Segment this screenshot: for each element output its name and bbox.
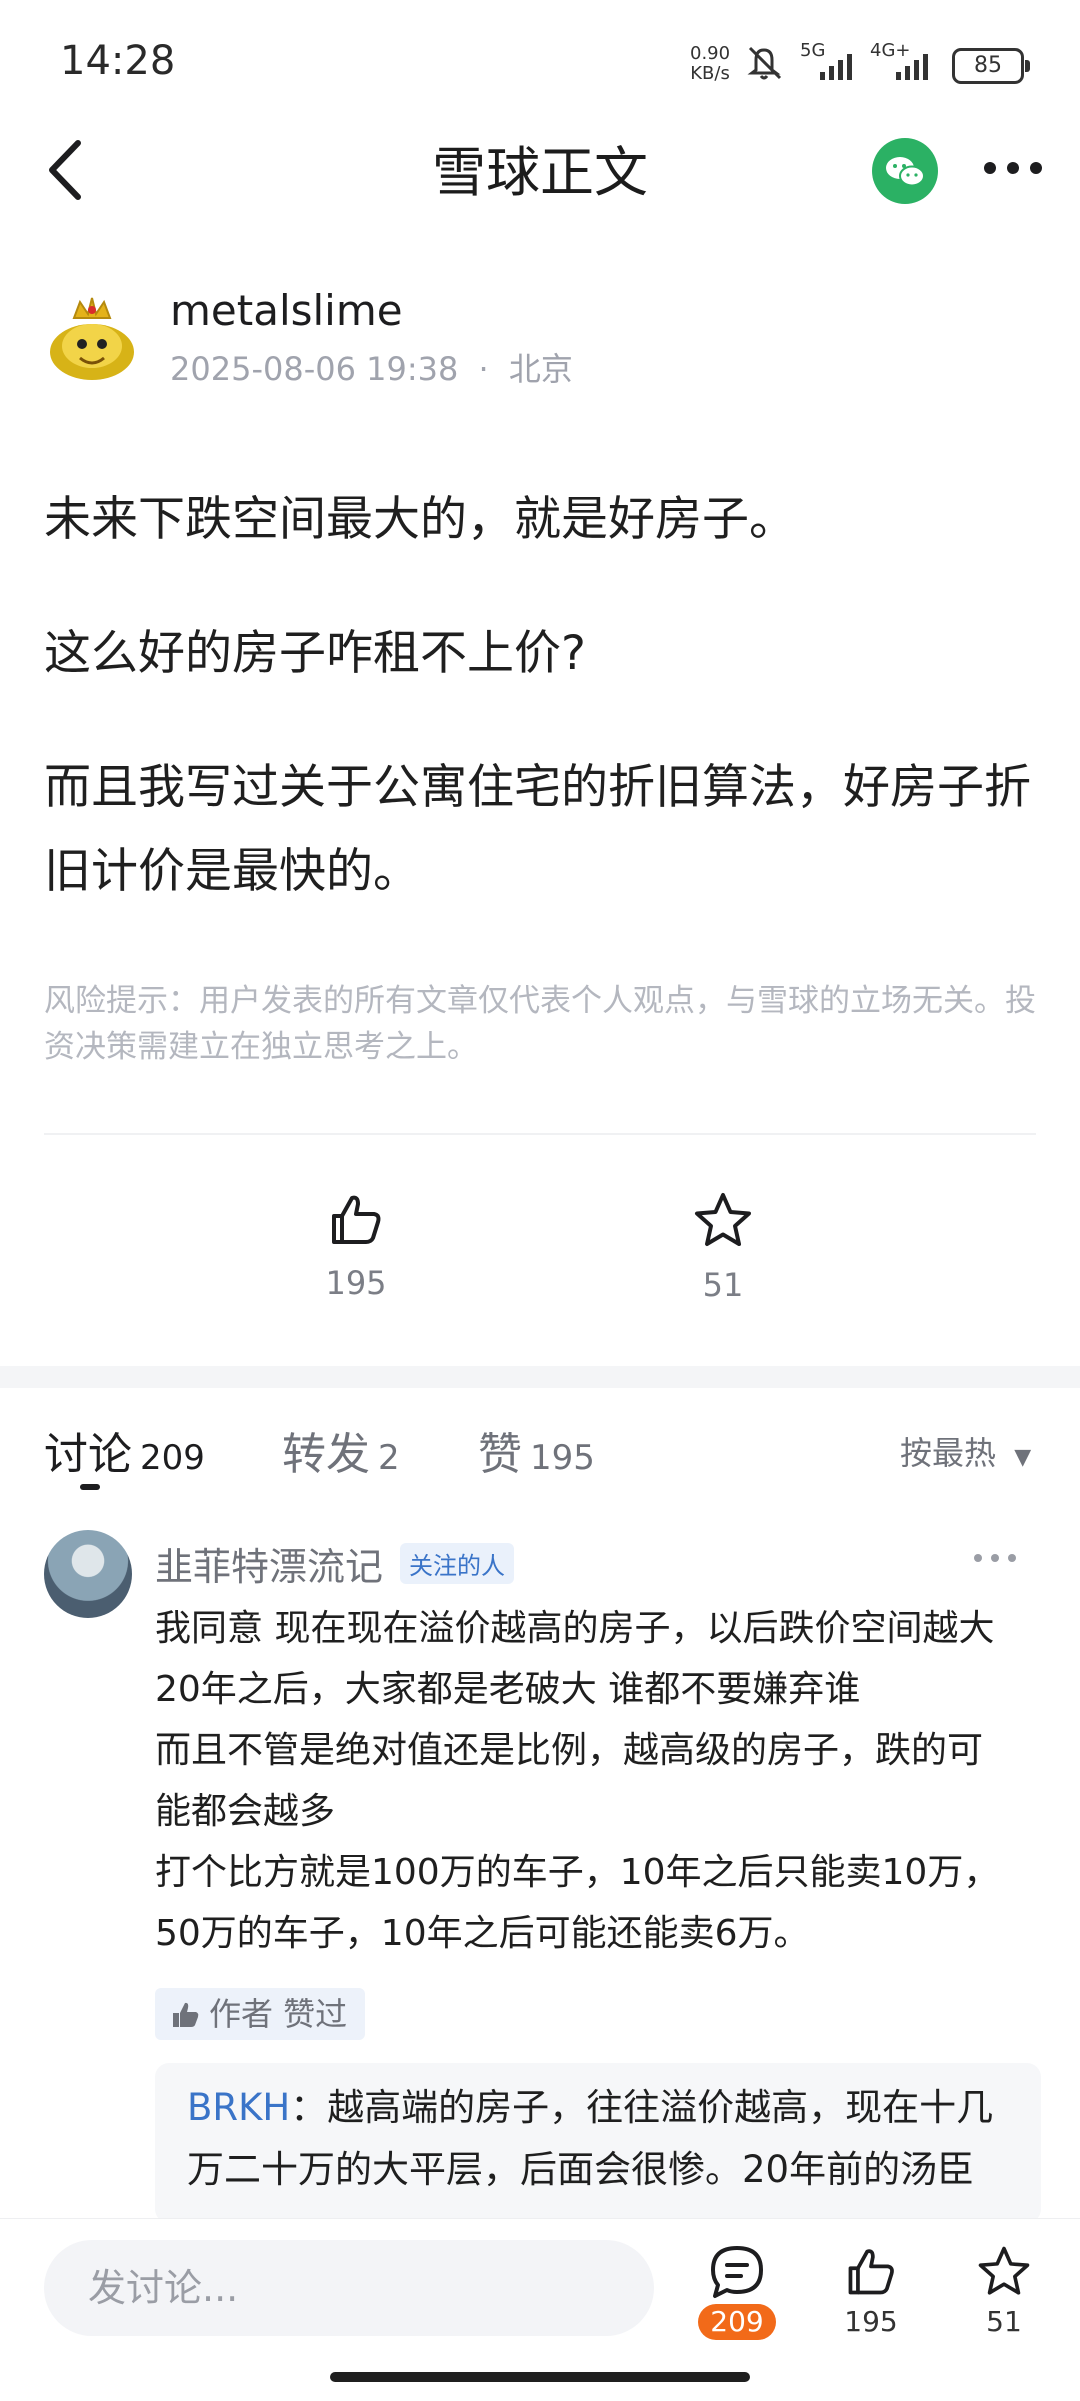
- tab-likes[interactable]: 赞 195: [478, 1418, 595, 1482]
- star-icon: [695, 1193, 751, 1246]
- tab-discussion-count: 209: [140, 1438, 205, 1478]
- author-liked-tag: 作者 赞过: [155, 1988, 366, 2040]
- tab-repost-label: 转发: [282, 1429, 370, 1480]
- net-speed-value: 0.90: [690, 43, 731, 64]
- comment-line: 打个比方就是100万的车子，10年之后只能卖10万，: [155, 1852, 1000, 1893]
- comment-line: 我同意 现在现在溢价越高的房子，以后跌价空间越大: [155, 1608, 995, 1649]
- author-name[interactable]: metalslime: [170, 286, 403, 335]
- tab-repost-count: 2: [378, 1438, 400, 1478]
- tab-repost[interactable]: 转发 2: [282, 1418, 400, 1482]
- wechat-icon: [886, 157, 925, 187]
- bottom-like-count: 195: [844, 2305, 898, 2338]
- post-paragraph-3: 而且我写过关于公寓住宅的折旧算法，好房子折旧计价是最快的。: [44, 760, 1031, 899]
- comment-line: 而且不管是绝对值还是比例，越高级的房子，跌的可: [155, 1730, 984, 1771]
- thumbs-up-icon: [848, 2249, 894, 2295]
- comment-line: 20年之后，大家都是老破大 谁都不要嫌弃谁: [155, 1669, 861, 1710]
- more-dots-icon[interactable]: [978, 148, 1048, 188]
- thumbs-up-icon: [173, 2002, 199, 2027]
- comment-text: 我同意 现在现在溢价越高的房子，以后跌价空间越大 20年之后，大家都是老破大 谁…: [155, 1598, 1055, 1964]
- comments-button[interactable]: 209: [677, 2244, 797, 2340]
- divider: [44, 1133, 1036, 1135]
- status-bar: 14:28 0.90 KB/s 5G 4G+ 85: [0, 0, 1080, 120]
- tab-discussion[interactable]: 讨论 209: [44, 1418, 205, 1482]
- net-speed-unit: KB/s: [690, 63, 730, 84]
- post-date: 2025-08-06 19:38: [170, 350, 459, 388]
- tab-discussion-label: 讨论: [44, 1429, 132, 1480]
- meta-separator: ·: [478, 350, 489, 388]
- comments-count-badge: 209: [698, 2304, 776, 2340]
- bottom-favorite-button[interactable]: 51: [944, 2244, 1064, 2340]
- mute-icon: [747, 46, 782, 80]
- author-avatar[interactable]: [44, 288, 140, 384]
- post-paragraph-1: 未来下跌空间最大的，就是好房子。: [44, 492, 796, 547]
- star-icon: [978, 2246, 1030, 2295]
- favorite-count: 51: [702, 1266, 744, 1304]
- discussion-input[interactable]: 发讨论...: [44, 2240, 654, 2336]
- section-gap: [0, 1366, 1080, 1388]
- status-time: 14:28: [60, 38, 176, 84]
- battery-icon: 85: [952, 48, 1030, 84]
- reply-quote[interactable]: BRKH：越高端的房子，往往溢价越高，现在十几万二十万的大平层，后面会很惨。20…: [155, 2063, 1041, 2223]
- comment-line: 能都会越多: [155, 1791, 336, 1832]
- comment-avatar[interactable]: [44, 1530, 132, 1618]
- post-location: 北京: [508, 350, 573, 388]
- comment-more-icon[interactable]: [970, 1548, 1020, 1568]
- bottom-like-button[interactable]: 195: [811, 2244, 931, 2340]
- reply-text-block: BRKH：越高端的房子，往往溢价越高，现在十几万二十万的大平层，后面会很惨。20…: [187, 2077, 1027, 2201]
- post-paragraph-2: 这么好的房子咋租不上价?: [44, 626, 586, 681]
- tab-likes-count: 195: [530, 1438, 595, 1478]
- bottom-favorite-count: 51: [986, 2305, 1022, 2338]
- signal-4g-icon: [896, 54, 928, 80]
- net-speed: 0.90 KB/s: [690, 44, 730, 84]
- comment-bubble-icon: [711, 2246, 763, 2298]
- thumbs-up-icon: [332, 1195, 381, 1244]
- following-badge: 关注的人: [400, 1543, 514, 1584]
- like-count: 195: [325, 1264, 387, 1302]
- signal-5g-icon: [820, 54, 852, 80]
- sort-dropdown[interactable]: 按最热 ▼: [900, 1428, 1031, 1474]
- like-button[interactable]: 195: [276, 1190, 436, 1302]
- reply-colon: ：: [290, 2086, 328, 2129]
- author-liked-label: 作者 赞过: [209, 1995, 348, 2033]
- caret-down-icon: ▼: [1014, 1445, 1032, 1470]
- risk-notice: 风险提示：用户发表的所有文章仅代表个人观点，与雪球的立场无关。投资决策需建立在独…: [44, 983, 1036, 1065]
- post-meta: 2025-08-06 19:38 · 北京: [170, 344, 573, 390]
- tab-likes-label: 赞: [478, 1429, 522, 1480]
- wechat-share-button[interactable]: [872, 138, 938, 204]
- sort-label: 按最热: [900, 1434, 997, 1472]
- favorite-button[interactable]: 51: [643, 1190, 803, 1304]
- comment-line: 50万的车子，10年之后可能还能卖6万。: [155, 1913, 810, 1954]
- tab-active-indicator: [80, 1484, 100, 1490]
- comment-user[interactable]: 韭菲特漂流记: [155, 1536, 383, 1591]
- home-indicator[interactable]: [330, 2372, 750, 2382]
- reply-user[interactable]: BRKH: [187, 2086, 290, 2129]
